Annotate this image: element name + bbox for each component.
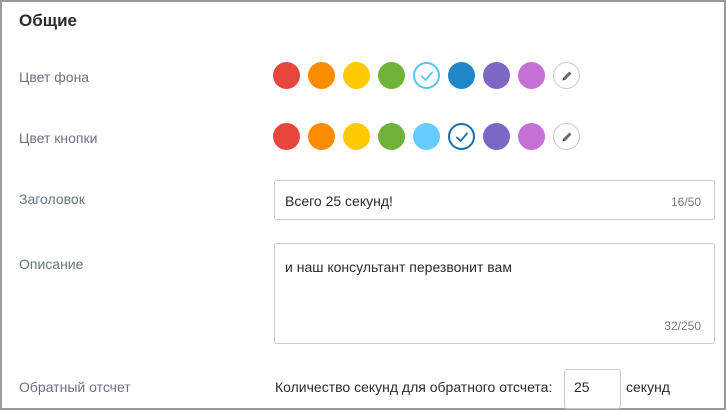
check-icon: [455, 130, 469, 144]
background-color-label: Цвет фона: [19, 69, 90, 85]
button-color-custom-color-button[interactable]: [553, 123, 580, 150]
countdown-label: Обратный отсчет: [19, 379, 131, 395]
title-input[interactable]: Всего 25 секунд! 16/50: [274, 180, 715, 220]
button-color-swatch-blue[interactable]: [448, 123, 475, 150]
button-color-swatch-purple[interactable]: [483, 123, 510, 150]
background-color-swatch-orange[interactable]: [308, 62, 335, 89]
background-color-swatch-yellow[interactable]: [343, 62, 370, 89]
section-title: Общие: [19, 11, 77, 30]
countdown-prompt: Количество секунд для обратного отсчета:: [275, 379, 553, 395]
pencil-icon: [560, 130, 574, 144]
description-textarea-value: и наш консультант перезвонит вам: [285, 259, 512, 275]
countdown-seconds-unit: секунд: [626, 379, 670, 395]
check-icon: [420, 69, 434, 83]
button-color-swatch-green[interactable]: [378, 123, 405, 150]
background-color-swatch-green[interactable]: [378, 62, 405, 89]
background-color-custom-color-button[interactable]: [553, 62, 580, 89]
background-color-swatch-purple[interactable]: [483, 62, 510, 89]
description-label: Описание: [19, 256, 84, 272]
background-color-swatches: [273, 62, 580, 89]
button-color-swatches: [273, 123, 580, 150]
background-color-swatch-violet[interactable]: [518, 62, 545, 89]
button-color-swatch-violet[interactable]: [518, 123, 545, 150]
button-color-label: Цвет кнопки: [19, 130, 98, 146]
pencil-icon: [560, 69, 574, 83]
background-color-swatch-blue[interactable]: [448, 62, 475, 89]
background-color-swatch-light-blue[interactable]: [413, 62, 440, 89]
title-label: Заголовок: [19, 191, 85, 207]
general-settings-panel: Общие Цвет фона Цвет кнопки Заголовок Вс…: [0, 0, 726, 410]
title-char-counter: 16/50: [670, 195, 701, 209]
countdown-seconds-value: 25: [574, 379, 590, 395]
countdown-seconds-input[interactable]: 25: [564, 369, 621, 409]
button-color-swatch-light-blue[interactable]: [413, 123, 440, 150]
button-color-swatch-orange[interactable]: [308, 123, 335, 150]
button-color-swatch-red[interactable]: [273, 123, 300, 150]
background-color-swatch-red[interactable]: [273, 62, 300, 89]
description-textarea[interactable]: и наш консультант перезвонит вам 32/250: [274, 243, 715, 344]
description-char-counter: 32/250: [664, 319, 701, 333]
button-color-swatch-yellow[interactable]: [343, 123, 370, 150]
title-input-value: Всего 25 секунд!: [285, 193, 393, 209]
